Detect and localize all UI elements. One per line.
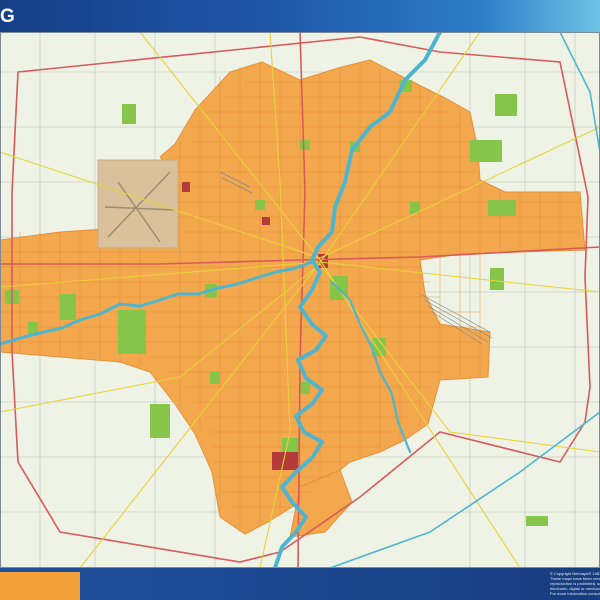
copyright-line: For more information consult w... [550,591,600,596]
copyright-text: © Copyright Netmaps® 1987-2...These maps… [550,571,600,598]
city-title: G [0,6,16,27]
title-bar: G [0,0,600,32]
footer-bar [0,568,600,600]
footer-accent [0,572,80,600]
city-street-map [0,32,600,568]
map-poster: G © Copyright Netmaps® 198 These maps ha… [0,0,600,600]
